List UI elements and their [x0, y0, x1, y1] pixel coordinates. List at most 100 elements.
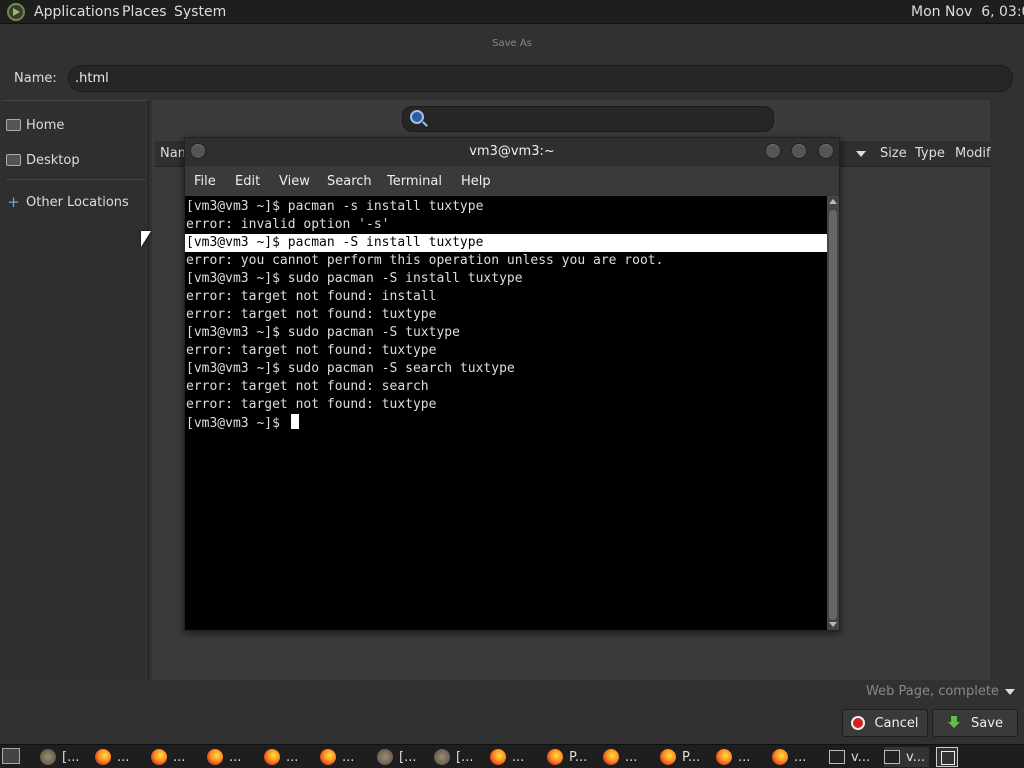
column-modified[interactable]: Modif [955, 146, 991, 161]
system-menu[interactable]: System [174, 4, 226, 20]
taskbar-item-label: ... [738, 749, 751, 765]
taskbar-item[interactable]: ... [490, 747, 524, 767]
firefox-icon [603, 749, 619, 765]
terminal-line: [vm3@vm3 ~]$ pacman -s install tuxtype [186, 199, 484, 214]
column-type[interactable]: Type [915, 146, 945, 161]
places-menu[interactable]: Places [122, 4, 167, 20]
filename-input[interactable] [68, 65, 1013, 92]
taskbar-item[interactable]: ... [151, 747, 185, 767]
terminal-line-selected: [vm3@vm3 ~]$ pacman -S install tuxtype [185, 234, 827, 252]
terminal-window: vm3@vm3:~ File Edit View Search Terminal… [184, 137, 840, 631]
taskbar-item[interactable]: P... [547, 747, 587, 767]
menu-edit[interactable]: Edit [235, 174, 260, 189]
sidebar-item-desktop[interactable]: Desktop [6, 150, 80, 170]
taskbar-item[interactable]: ... [772, 747, 806, 767]
taskbar-item-label: v... [906, 749, 926, 765]
terminal-line: error: target not found: tuxtype [186, 397, 437, 412]
terminal-line: error: target not found: install [186, 289, 437, 304]
bottom-taskbar: [... ... ... ... ... ... [... [... ... P… [0, 744, 1024, 768]
taskbar-item[interactable]: ... [264, 747, 298, 767]
taskbar-item-active[interactable]: v... [884, 747, 930, 767]
scrollbar-thumb[interactable] [829, 210, 837, 620]
firefox-icon [490, 749, 506, 765]
show-desktop-icon[interactable] [2, 748, 20, 764]
dialog-title: Save As [492, 38, 532, 49]
taskbar-item-label: ... [342, 749, 355, 765]
terminal-line: [vm3@vm3 ~]$ sudo pacman -S install tuxt… [186, 271, 523, 286]
taskbar-item-label: ... [173, 749, 186, 765]
taskbar-item-label: ... [117, 749, 130, 765]
applications-menu[interactable]: Applications [34, 4, 120, 20]
taskbar-item-label: [... [456, 749, 474, 765]
sidebar-item-label: Desktop [26, 152, 80, 168]
terminal-icon [884, 750, 900, 764]
terminal-line: error: target not found: tuxtype [186, 307, 437, 322]
taskbar-item[interactable]: [... [377, 747, 416, 767]
column-size[interactable]: Size [880, 146, 907, 161]
taskbar-item-label: [... [62, 749, 80, 765]
clock[interactable]: Mon Nov 6, 03:09 [911, 4, 1024, 20]
taskbar-item[interactable]: ... [716, 747, 750, 767]
taskbar-item[interactable]: [... [40, 747, 79, 767]
minimize-button[interactable] [765, 143, 781, 159]
terminal-menubar: File Edit View Search Terminal Help [185, 168, 839, 196]
taskbar-item[interactable]: ... [603, 747, 637, 767]
distro-logo-icon[interactable] [7, 3, 25, 21]
chevron-down-icon[interactable] [1005, 689, 1015, 695]
firefox-icon [660, 749, 676, 765]
cancel-icon [851, 716, 866, 730]
menu-search[interactable]: Search [327, 174, 372, 189]
sidebar-divider [6, 179, 146, 180]
home-folder-icon [6, 119, 21, 131]
terminal-titlebar[interactable]: vm3@vm3:~ [185, 138, 839, 166]
taskbar-item[interactable]: ... [320, 747, 354, 767]
text-cursor [290, 414, 299, 429]
taskbar-item-label: ... [286, 749, 299, 765]
maximize-button[interactable] [791, 143, 807, 159]
taskbar-item-label: ... [512, 749, 525, 765]
sort-descending-icon[interactable] [856, 151, 866, 157]
terminal-line: error: invalid option '-s' [186, 217, 390, 232]
sidebar-item-other-locations[interactable]: + Other Locations [6, 192, 129, 212]
menu-terminal[interactable]: Terminal [387, 174, 442, 189]
taskbar-item[interactable]: ... [207, 747, 241, 767]
terminal-line: error: target not found: tuxtype [186, 343, 437, 358]
terminal-prompt: [vm3@vm3 ~]$ [186, 416, 288, 431]
firefox-icon [95, 749, 111, 765]
terminal-line: error: you cannot perform this operation… [186, 253, 664, 268]
workspace-switcher[interactable] [936, 747, 958, 767]
taskbar-item[interactable]: [... [434, 747, 473, 767]
terminal-output[interactable]: [vm3@vm3 ~]$ pacman -s install tuxtype e… [185, 196, 827, 630]
cancel-button[interactable]: Cancel [842, 709, 928, 737]
taskbar-item[interactable]: ... [95, 747, 129, 767]
save-button[interactable]: Save [932, 709, 1018, 737]
terminal-line: [vm3@vm3 ~]$ sudo pacman -S search tuxty… [186, 361, 515, 376]
menu-file[interactable]: File [194, 174, 216, 189]
scroll-down-icon[interactable] [829, 622, 837, 627]
scroll-up-icon[interactable] [829, 199, 837, 204]
taskbar-item-label: P... [569, 749, 588, 765]
firefox-icon [207, 749, 223, 765]
taskbar-item[interactable]: P... [660, 747, 700, 767]
menu-help[interactable]: Help [461, 174, 491, 189]
name-label: Name: [14, 71, 57, 86]
terminal-scrollbar[interactable] [827, 196, 839, 630]
terminal-prompt-line: [vm3@vm3 ~]$ [185, 414, 827, 432]
sidebar-item-home[interactable]: Home [6, 115, 64, 135]
save-button-label: Save [971, 715, 1003, 731]
desktop-folder-icon [6, 154, 21, 166]
terminal-line: error: target not found: search [186, 379, 429, 394]
taskbar-item-label: ... [229, 749, 242, 765]
taskbar-item[interactable]: v... [829, 747, 870, 767]
taskbar-item-label: v... [851, 749, 871, 765]
terminal-title: vm3@vm3:~ [469, 144, 555, 159]
gimp-icon [40, 749, 56, 765]
close-button[interactable] [818, 143, 834, 159]
search-input[interactable] [402, 106, 774, 132]
gimp-icon [377, 749, 393, 765]
firefox-icon [716, 749, 732, 765]
taskbar-item-label: ... [794, 749, 807, 765]
file-type-select[interactable]: Web Page, complete [866, 684, 1020, 700]
menu-view[interactable]: View [279, 174, 310, 189]
taskbar-item-label: ... [625, 749, 638, 765]
